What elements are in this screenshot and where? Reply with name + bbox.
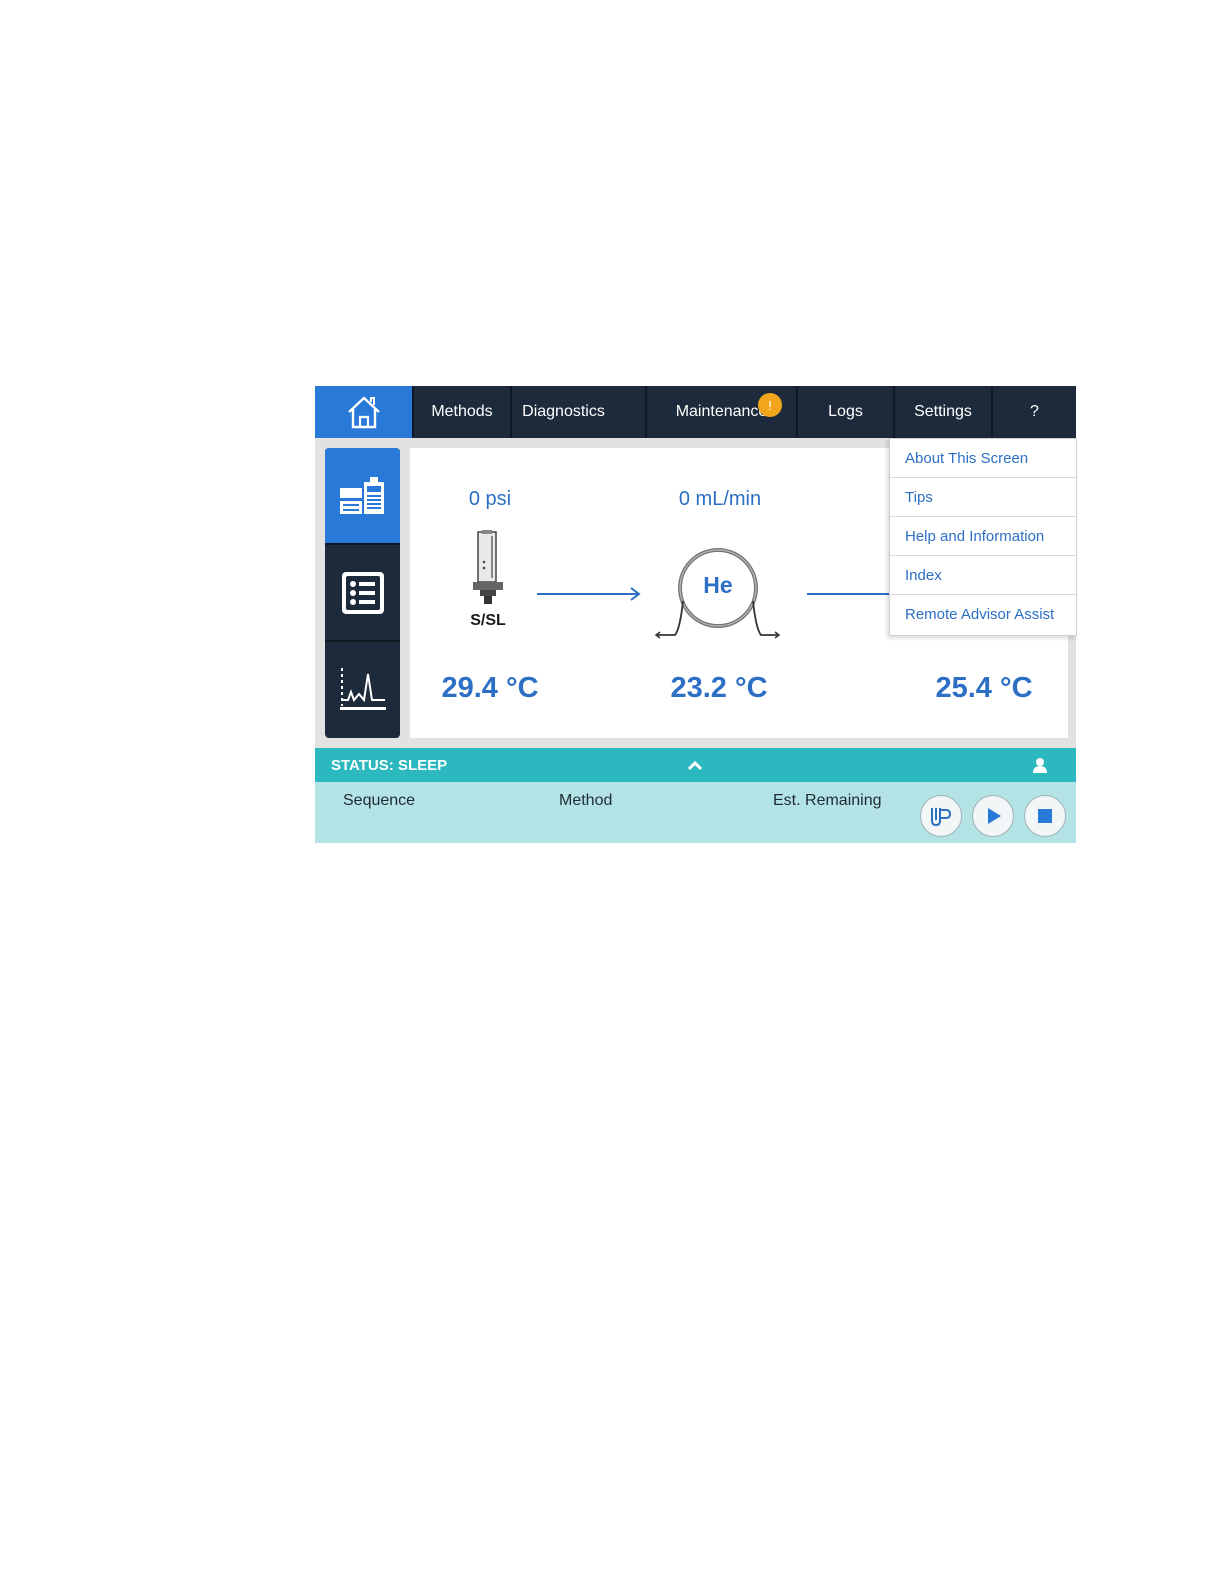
help-dropdown-menu: About This Screen Tips Help and Informat… [889,438,1077,636]
flow-arrow [537,587,641,601]
oven-temperature[interactable]: 23.2 °C [654,672,784,705]
tab-methods[interactable]: Methods [412,386,510,438]
start-button[interactable] [972,795,1014,837]
menu-item-about-this-screen[interactable]: About This Screen [890,439,1076,478]
instrument-screen: Methods Diagnostics Maintenance ! Logs S… [315,386,1077,843]
menu-item-help-and-information[interactable]: Help and Information [890,517,1076,556]
home-button[interactable] [315,386,412,438]
status-text: STATUS: SLEEP [331,756,448,774]
inlet-label: S/SL [470,612,506,629]
inlet-temperature[interactable]: 29.4 °C [425,672,555,705]
maintenance-alert-badge: ! [758,393,782,417]
sidebar-item-instrument[interactable] [325,448,400,543]
inlet-pressure: 0 psi [468,488,512,510]
instrument-status-icon [339,476,384,514]
inlet-icon[interactable] [468,528,508,610]
run-bar: Sequence Method Est. Remaining [315,782,1076,843]
column-flow: 0 mL/min [678,488,762,510]
play-icon [988,808,1001,824]
prep-run-icon [931,808,952,827]
method-label: Method [559,792,613,809]
chevron-up-icon[interactable] [686,758,704,772]
home-icon [347,396,380,429]
menu-item-index[interactable]: Index [890,556,1076,595]
top-navigation: Methods Diagnostics Maintenance ! Logs S… [315,386,1076,438]
list-icon [341,571,384,614]
menu-item-remote-advisor-assist[interactable]: Remote Advisor Assist [890,595,1076,634]
flow-line [807,593,895,595]
carrier-gas-label: He [703,572,733,598]
user-icon[interactable] [1031,756,1049,774]
detector-temperature[interactable]: 25.4 °C [919,672,1049,705]
chromatogram-icon [339,667,386,710]
sequence-label: Sequence [343,792,416,809]
status-bar: STATUS: SLEEP [315,748,1076,782]
est-remaining-label: Est. Remaining [773,792,882,809]
stop-icon [1038,809,1052,823]
tab-diagnostics[interactable]: Diagnostics [510,386,645,438]
tab-help[interactable]: ? [991,386,1076,438]
side-navigation [325,448,400,738]
prep-run-button[interactable] [920,795,962,837]
tab-logs[interactable]: Logs [796,386,893,438]
tab-settings[interactable]: Settings [893,386,991,438]
menu-item-tips[interactable]: Tips [890,478,1076,517]
sidebar-item-list[interactable] [325,545,400,640]
sidebar-item-chromatogram[interactable] [325,642,400,737]
stop-button[interactable] [1024,795,1066,837]
